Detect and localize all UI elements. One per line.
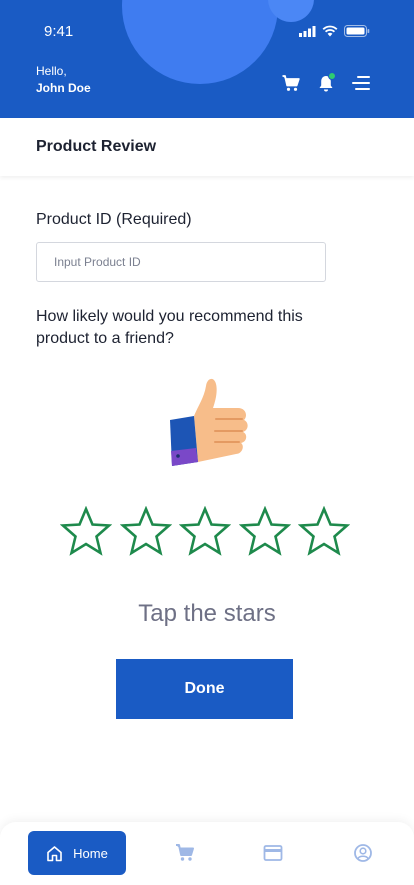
status-icons (299, 25, 370, 37)
app-header: 9:41 Hello, John Doe (0, 0, 414, 118)
star-rating (60, 506, 350, 558)
wifi-icon (322, 25, 338, 37)
header-actions (282, 72, 370, 92)
star-3[interactable] (179, 506, 231, 558)
recommend-question: How likely would you recommend this prod… (36, 308, 303, 347)
thumbs-up-icon (170, 378, 248, 466)
user-name: John Doe (36, 81, 91, 95)
notification-dot (328, 72, 336, 80)
battery-icon (344, 25, 370, 37)
home-icon (47, 845, 62, 861)
cart-icon (282, 74, 300, 91)
page-title: Product Review (36, 138, 157, 155)
product-id-input[interactable] (36, 242, 326, 282)
cart-button[interactable] (282, 74, 300, 92)
product-id-label: Product ID (Required) (36, 211, 192, 228)
notifications-button[interactable] (317, 72, 336, 92)
page-title-bar: Product Review (0, 118, 414, 176)
decorative-circle-large (122, 0, 278, 84)
star-2[interactable] (119, 506, 172, 558)
status-time: 9:41 (44, 23, 74, 40)
nav-home[interactable]: Home (28, 831, 126, 875)
star-5[interactable] (298, 506, 350, 558)
done-button[interactable]: Done (116, 659, 293, 719)
greeting-text: Hello, (36, 64, 67, 78)
star-1[interactable] (60, 506, 112, 558)
profile-icon[interactable] (353, 843, 373, 863)
menu-button[interactable] (352, 74, 370, 92)
cart-icon[interactable] (175, 843, 195, 863)
signal-icon (299, 25, 316, 37)
rating-hint: Tap the stars (138, 600, 276, 627)
bottom-navigation: Home (0, 822, 414, 885)
menu-icon (352, 76, 370, 90)
nav-home-label: Home (73, 845, 108, 861)
card-icon[interactable] (263, 843, 283, 863)
star-4[interactable] (238, 506, 291, 558)
